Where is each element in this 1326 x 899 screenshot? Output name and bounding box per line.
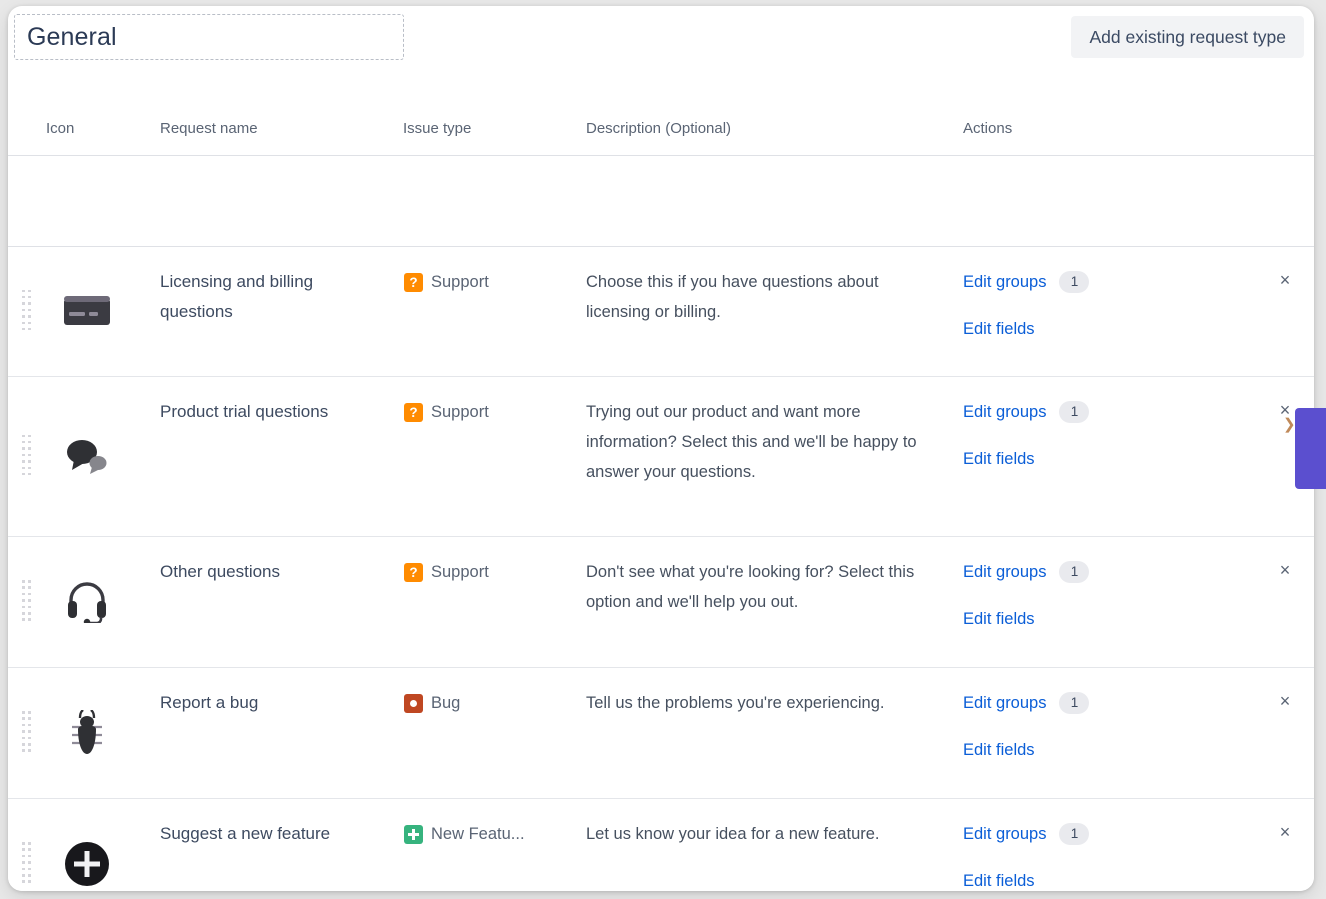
portal-group-title-field[interactable]: General (14, 14, 404, 60)
edit-groups-link[interactable]: Edit groups (963, 267, 1046, 297)
remove-request-type-icon[interactable]: × (1274, 559, 1296, 581)
create-request-type-row: New ... Create request type (8, 156, 1314, 247)
plus-circle-icon (60, 837, 114, 891)
request-description: Let us know your idea for a new feature. (586, 819, 934, 849)
drag-handle-icon[interactable] (22, 580, 33, 624)
feedback-side-tab[interactable] (1295, 408, 1326, 489)
drag-handle-icon[interactable] (22, 842, 33, 886)
edit-groups-link[interactable]: Edit groups (963, 819, 1046, 849)
add-existing-request-type-button[interactable]: Add existing request type (1071, 16, 1304, 58)
row-actions: Edit groups 1 Edit fields (963, 688, 1089, 765)
side-tab-arrow-icon: ❯ (1283, 415, 1296, 433)
remove-request-type-icon[interactable]: × (1274, 690, 1296, 712)
remove-request-type-icon[interactable]: × (1274, 269, 1296, 291)
request-type-list: Licensing and billing questions ? Suppor… (8, 247, 1314, 891)
request-description: Don't see what you're looking for? Selec… (586, 557, 934, 617)
issue-type-label: Support (431, 267, 489, 297)
column-header-issue-type: Issue type (403, 120, 471, 137)
issue-type-label: Support (431, 397, 489, 427)
column-header-description: Description (Optional) (586, 120, 731, 137)
bug-icon (60, 706, 114, 760)
remove-request-type-icon[interactable]: × (1274, 821, 1296, 843)
request-description: Tell us the problems you're experiencing… (586, 688, 934, 718)
table-row: Product trial questions ? Support Trying… (8, 377, 1314, 537)
request-description: Trying out our product and want more inf… (586, 397, 934, 487)
groups-count-badge: 1 (1059, 692, 1089, 714)
drag-handle-icon[interactable] (22, 435, 33, 479)
edit-fields-link[interactable]: Edit fields (963, 604, 1035, 634)
issue-type-label: Bug (431, 688, 460, 718)
table-row: Other questions ? Support Don't see what… (8, 537, 1314, 668)
issue-type-label: Support (431, 557, 489, 587)
page-root: General Add existing request type Icon R… (0, 0, 1326, 899)
row-actions: Edit groups 1 Edit fields (963, 557, 1089, 634)
support-issue-type-icon: ? (404, 403, 423, 422)
row-actions: Edit groups 1 Edit fields (963, 819, 1089, 891)
row-actions: Edit groups 1 Edit fields (963, 267, 1089, 344)
request-name: Other questions (160, 557, 390, 587)
column-header-request-name: Request name (160, 120, 258, 137)
table-column-headers: Icon Request name Issue type Description… (8, 110, 1314, 156)
edit-fields-link[interactable]: Edit fields (963, 314, 1035, 344)
issue-type: ? Support (404, 397, 489, 427)
request-name: Product trial questions (160, 397, 390, 427)
page-title: General (27, 23, 117, 52)
edit-groups-link[interactable]: Edit groups (963, 688, 1046, 718)
support-issue-type-icon: ? (404, 273, 423, 292)
drag-handle-icon[interactable] (22, 711, 33, 755)
column-header-actions: Actions (963, 120, 1012, 137)
table-row: Report a bug Bug Tell us the problems yo… (8, 668, 1314, 799)
issue-type: New Featu... (404, 819, 525, 849)
table-row: Suggest a new feature New Featu... Let u… (8, 799, 1314, 891)
issue-type: ? Support (404, 267, 489, 297)
request-types-card: General Add existing request type Icon R… (8, 6, 1314, 891)
request-name: Suggest a new feature (160, 819, 390, 849)
request-name: Licensing and billing questions (160, 267, 390, 327)
edit-fields-link[interactable]: Edit fields (963, 444, 1035, 474)
column-header-icon: Icon (46, 120, 74, 137)
groups-count-badge: 1 (1059, 401, 1089, 423)
row-actions: Edit groups 1 Edit fields (963, 397, 1089, 474)
edit-groups-link[interactable]: Edit groups (963, 557, 1046, 587)
groups-count-badge: 1 (1059, 561, 1089, 583)
headset-icon (60, 575, 114, 629)
edit-fields-link[interactable]: Edit fields (963, 866, 1035, 891)
edit-groups-link[interactable]: Edit groups (963, 397, 1046, 427)
request-name: Report a bug (160, 688, 390, 718)
table-row: Licensing and billing questions ? Suppor… (8, 247, 1314, 377)
groups-count-badge: 1 (1059, 271, 1089, 293)
issue-type-label: New Featu... (431, 819, 525, 849)
bug-issue-type-icon (404, 694, 423, 713)
drag-handle-icon[interactable] (22, 290, 33, 334)
issue-type: ? Support (404, 557, 489, 587)
new-feature-issue-type-icon (404, 825, 423, 844)
request-description: Choose this if you have questions about … (586, 267, 934, 327)
groups-count-badge: 1 (1059, 823, 1089, 845)
card-header: General Add existing request type (8, 6, 1314, 110)
issue-type: Bug (404, 688, 460, 718)
speech-bubbles-icon (60, 430, 114, 484)
credit-card-icon (60, 285, 114, 339)
support-issue-type-icon: ? (404, 563, 423, 582)
edit-fields-link[interactable]: Edit fields (963, 735, 1035, 765)
